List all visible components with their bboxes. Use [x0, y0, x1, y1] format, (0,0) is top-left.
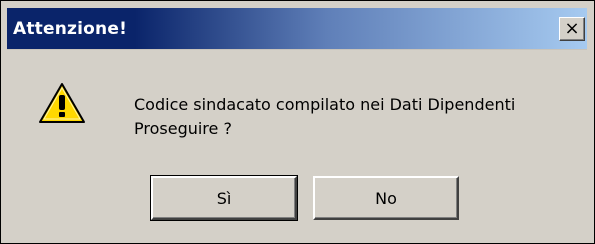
- close-icon: ×: [564, 18, 580, 39]
- message-line-1: Codice sindacato compilato nei Dati Dipe…: [134, 95, 516, 114]
- yes-button[interactable]: Sì: [150, 175, 298, 221]
- no-button[interactable]: No: [313, 176, 459, 220]
- message-line-2: Proseguire ?: [134, 119, 232, 138]
- title-bar[interactable]: Attenzione! ×: [7, 8, 587, 50]
- close-button[interactable]: ×: [559, 17, 585, 41]
- dialog-title: Attenzione!: [13, 19, 128, 39]
- dialog-message: Codice sindacato compilato nei Dati Dipe…: [134, 93, 515, 141]
- alert-dialog: Attenzione! × Codice sindacato compilato…: [0, 0, 595, 244]
- warning-icon: [39, 83, 85, 123]
